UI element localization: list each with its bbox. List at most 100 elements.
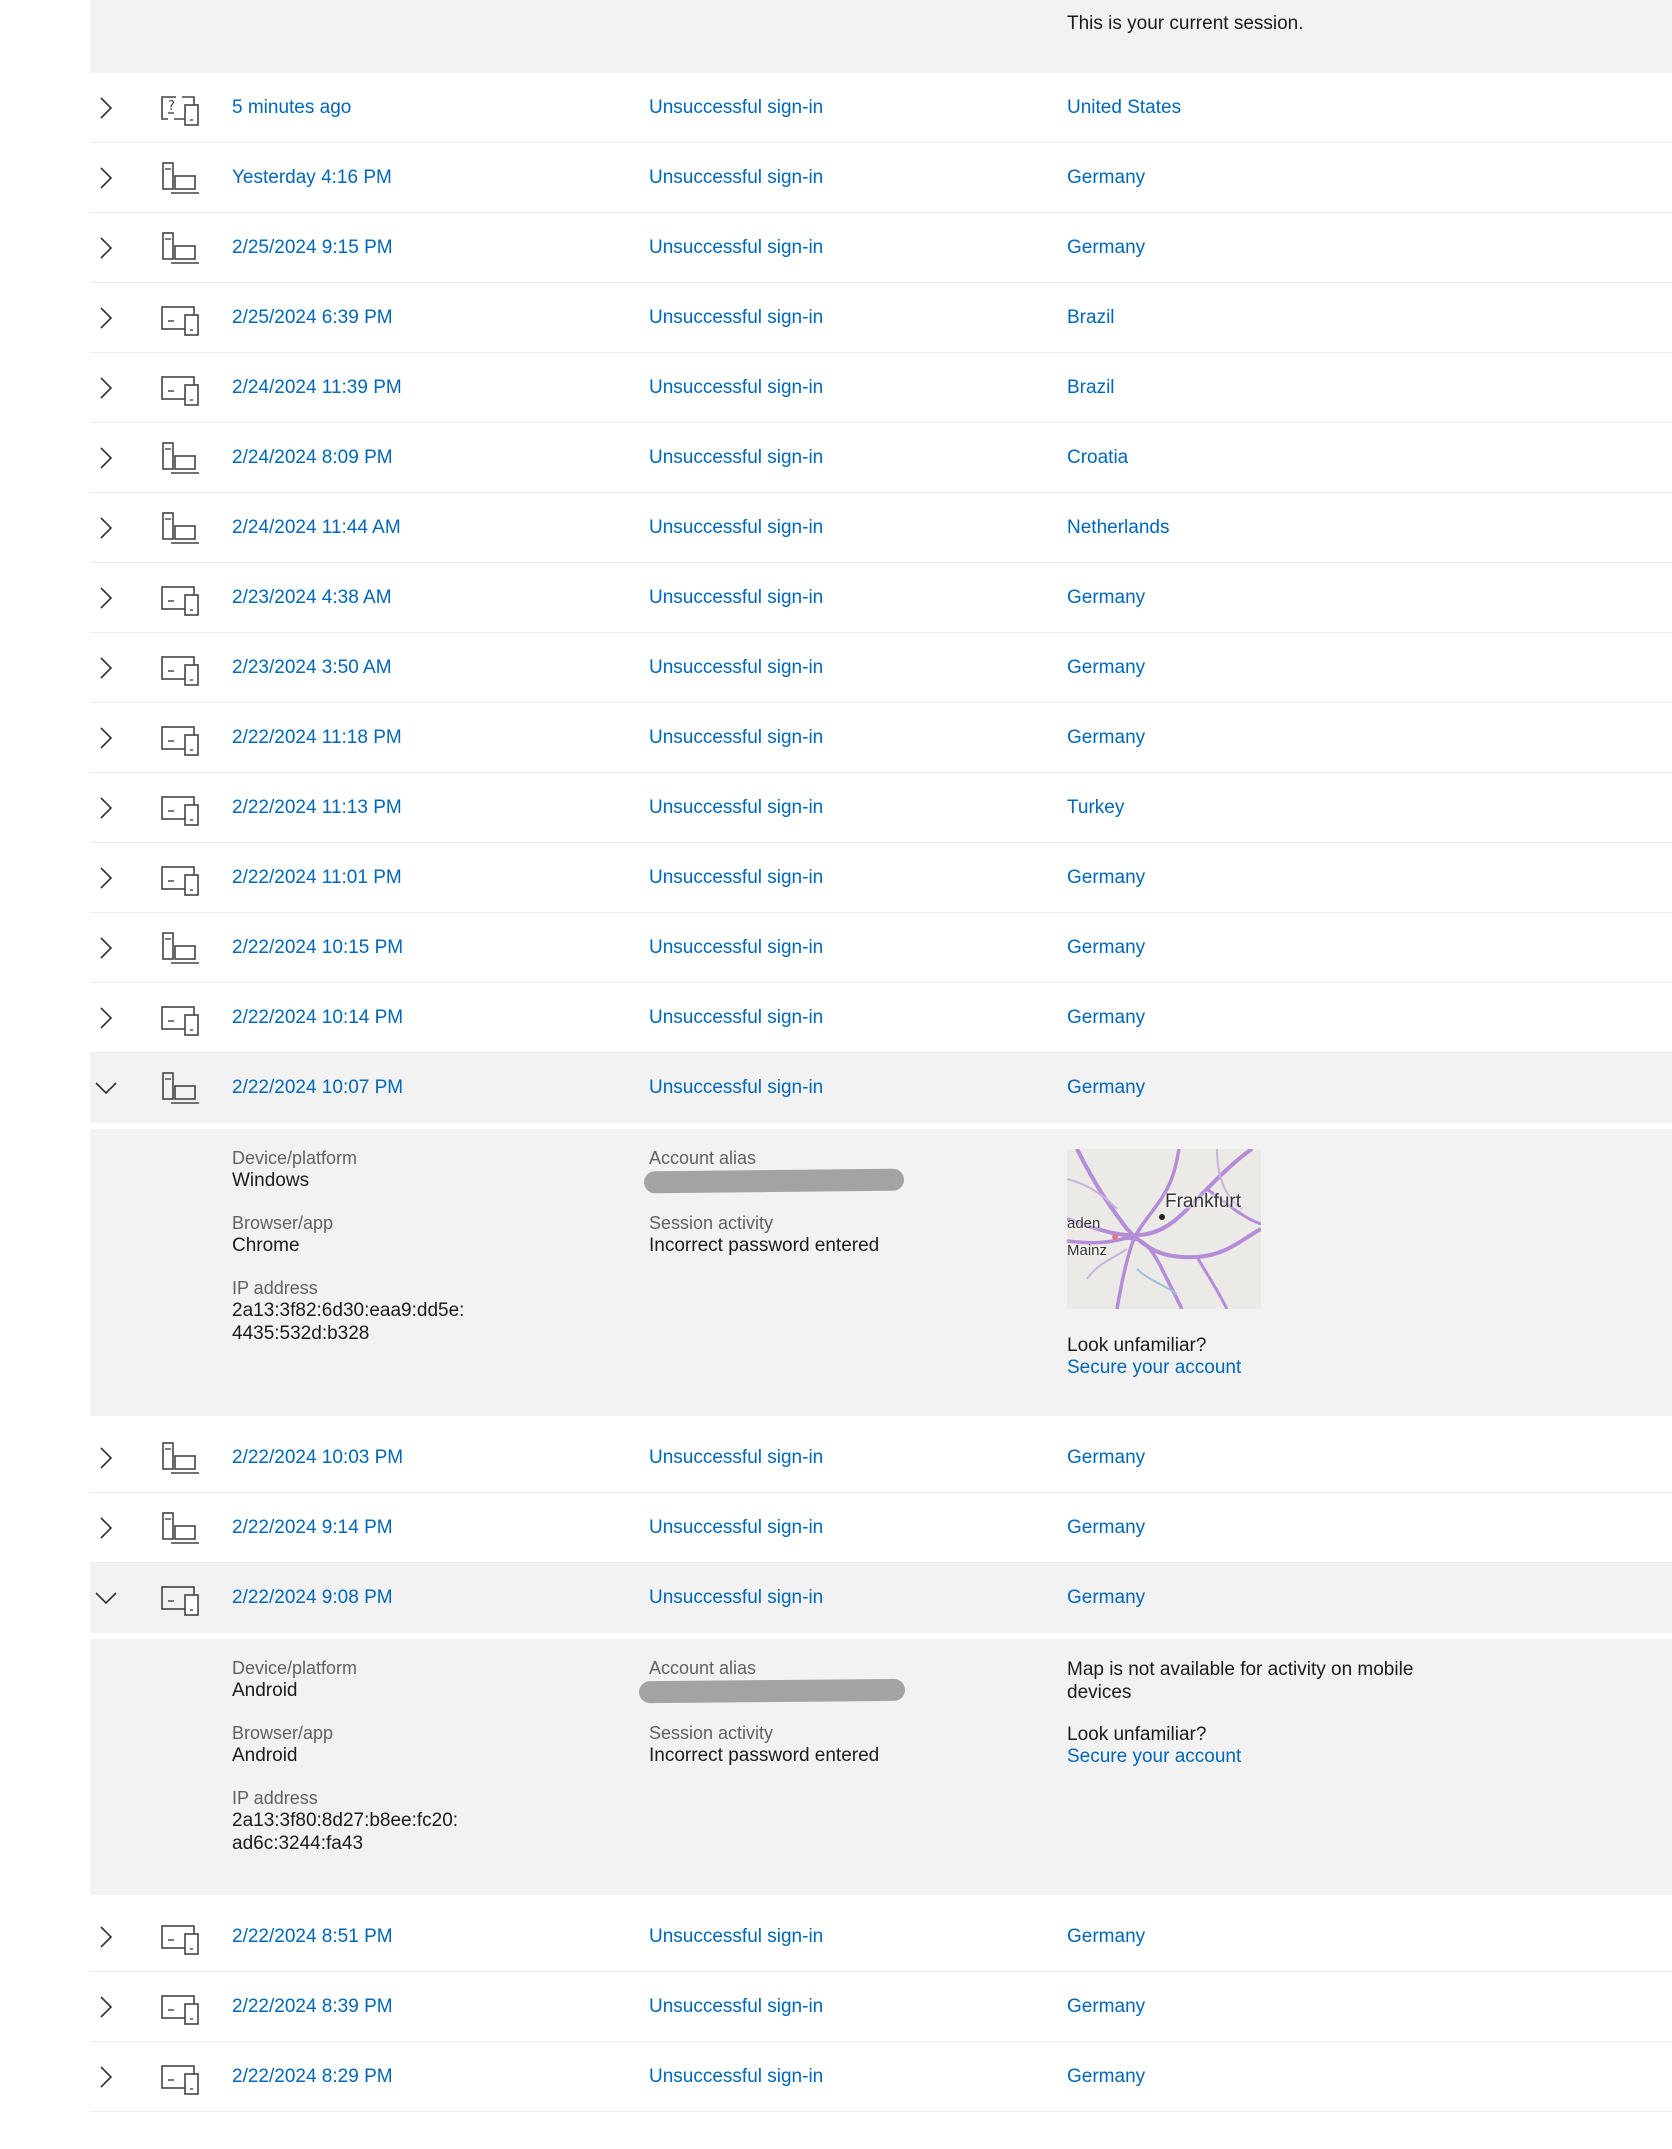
activity-date[interactable]: 2/22/2024 8:51 PM	[232, 1926, 393, 1948]
activity-status[interactable]: Unsuccessful sign-in	[649, 587, 823, 609]
activity-date[interactable]: 2/22/2024 10:15 PM	[232, 937, 403, 959]
activity-location[interactable]: Germany	[1067, 1007, 1145, 1029]
activity-status[interactable]: Unsuccessful sign-in	[649, 867, 823, 889]
activity-row[interactable]: 2/24/2024 11:44 AM Unsuccessful sign-in Ne…	[90, 493, 1672, 563]
activity-row[interactable]: 2/22/2024 10:03 PM Unsuccessful sign-in Ge…	[90, 1423, 1672, 1493]
chevron-right-icon[interactable]	[94, 236, 118, 260]
activity-location[interactable]: United States	[1067, 97, 1181, 119]
activity-row[interactable]: 2/22/2024 8:51 PM Unsuccessful sign-in Ger…	[90, 1902, 1672, 1972]
chevron-right-icon[interactable]	[94, 656, 118, 680]
activity-status[interactable]: Unsuccessful sign-in	[649, 377, 823, 399]
activity-row[interactable]: 2/22/2024 11:18 PM Unsuccessful sign-in Ge…	[90, 703, 1672, 773]
activity-date[interactable]: 2/22/2024 8:29 PM	[232, 2066, 393, 2088]
chevron-right-icon[interactable]	[94, 586, 118, 610]
activity-location[interactable]: Germany	[1067, 587, 1145, 609]
activity-status[interactable]: Unsuccessful sign-in	[649, 727, 823, 749]
activity-status[interactable]: Unsuccessful sign-in	[649, 1447, 823, 1469]
activity-row[interactable]: 2/23/2024 4:38 AM Unsuccessful sign-in Ger…	[90, 563, 1672, 633]
activity-location[interactable]: Germany	[1067, 1587, 1145, 1609]
activity-status[interactable]: Unsuccessful sign-in	[649, 797, 823, 819]
activity-row[interactable]: Yesterday 4:16 PM Unsuccessful sign-in Ger…	[90, 143, 1672, 213]
activity-row-expanded[interactable]: 2/22/2024 10:07 PM Unsuccessful sign-in …	[90, 1053, 1672, 1123]
activity-row[interactable]: 2/23/2024 3:50 AM Unsuccessful sign-in Ger…	[90, 633, 1672, 703]
activity-location[interactable]: Croatia	[1067, 447, 1128, 469]
chevron-right-icon[interactable]	[94, 1995, 118, 2019]
activity-location[interactable]: Germany	[1067, 1926, 1145, 1948]
secure-account-link[interactable]: Secure your account	[1067, 1357, 1241, 1379]
activity-date[interactable]: 2/24/2024 11:39 PM	[232, 377, 402, 399]
chevron-right-icon[interactable]	[94, 446, 118, 470]
activity-location[interactable]: Germany	[1067, 1996, 1145, 2018]
chevron-down-icon[interactable]	[94, 1076, 118, 1100]
activity-location[interactable]: Germany	[1067, 1447, 1145, 1469]
activity-status[interactable]: Unsuccessful sign-in	[649, 237, 823, 259]
activity-status[interactable]: Unsuccessful sign-in	[649, 167, 823, 189]
chevron-right-icon[interactable]	[94, 516, 118, 540]
activity-date[interactable]: 2/22/2024 10:03 PM	[232, 1447, 403, 1469]
chevron-right-icon[interactable]	[94, 1925, 118, 1949]
chevron-down-icon[interactable]	[94, 1586, 118, 1610]
activity-date[interactable]: 5 minutes ago	[232, 97, 351, 119]
activity-row[interactable]: 2/24/2024 8:09 PM Unsuccessful sign-in Cro…	[90, 423, 1672, 493]
activity-location[interactable]: Germany	[1067, 1517, 1145, 1539]
activity-row[interactable]: 2/22/2024 9:14 PM Unsuccessful sign-in Ger…	[90, 1493, 1672, 1563]
activity-date[interactable]: 2/22/2024 11:18 PM	[232, 727, 402, 749]
activity-date[interactable]: 2/22/2024 10:14 PM	[232, 1007, 403, 1029]
secure-account-link[interactable]: Secure your account	[1067, 1746, 1241, 1768]
activity-location[interactable]: Turkey	[1067, 797, 1124, 819]
activity-row[interactable]: 2/25/2024 9:15 PM Unsuccessful sign-in Ger…	[90, 213, 1672, 283]
chevron-right-icon[interactable]	[94, 2065, 118, 2089]
activity-status[interactable]: Unsuccessful sign-in	[649, 1996, 823, 2018]
activity-location[interactable]: Netherlands	[1067, 517, 1169, 539]
activity-location[interactable]: Germany	[1067, 2066, 1145, 2088]
activity-row[interactable]: 2/24/2024 11:39 PM Unsuccessful sign-in Br…	[90, 353, 1672, 423]
activity-row[interactable]: 2/22/2024 10:15 PM Unsuccessful sign-in Ge…	[90, 913, 1672, 983]
activity-location[interactable]: Germany	[1067, 867, 1145, 889]
activity-row[interactable]: 2/25/2024 6:39 PM Unsuccessful sign-in Bra…	[90, 283, 1672, 353]
chevron-right-icon[interactable]	[94, 166, 118, 190]
activity-location[interactable]: Germany	[1067, 727, 1145, 749]
chevron-right-icon[interactable]	[94, 1006, 118, 1030]
chevron-right-icon[interactable]	[94, 1516, 118, 1540]
activity-location[interactable]: Germany	[1067, 657, 1145, 679]
activity-status[interactable]: Unsuccessful sign-in	[649, 97, 823, 119]
activity-location[interactable]: Germany	[1067, 937, 1145, 959]
activity-location[interactable]: Germany	[1067, 167, 1145, 189]
activity-row[interactable]: 2/22/2024 10:14 PM Unsuccessful sign-in Ge…	[90, 983, 1672, 1053]
activity-date[interactable]: 2/22/2024 9:14 PM	[232, 1517, 393, 1539]
activity-location[interactable]: Germany	[1067, 237, 1145, 259]
activity-status[interactable]: Unsuccessful sign-in	[649, 937, 823, 959]
activity-row[interactable]: 2/22/2024 11:01 PM Unsuccessful sign-in Ge…	[90, 843, 1672, 913]
activity-location[interactable]: Brazil	[1067, 377, 1115, 399]
activity-status[interactable]: Unsuccessful sign-in	[649, 657, 823, 679]
activity-date[interactable]: 2/23/2024 4:38 AM	[232, 587, 392, 609]
activity-date[interactable]: 2/25/2024 6:39 PM	[232, 307, 393, 329]
activity-status[interactable]: Unsuccessful sign-in	[649, 1517, 823, 1539]
chevron-right-icon[interactable]	[94, 796, 118, 820]
chevron-right-icon[interactable]	[94, 376, 118, 400]
chevron-right-icon[interactable]	[94, 726, 118, 750]
activity-row-expanded[interactable]: 2/22/2024 9:08 PM Unsuccessful sign-in G…	[90, 1563, 1672, 1633]
activity-status[interactable]: Unsuccessful sign-in	[649, 447, 823, 469]
activity-status[interactable]: Unsuccessful sign-in	[649, 517, 823, 539]
activity-row[interactable]: 2/22/2024 11:13 PM Unsuccessful sign-in Tu…	[90, 773, 1672, 843]
chevron-right-icon[interactable]	[94, 96, 118, 120]
chevron-right-icon[interactable]	[94, 1446, 118, 1470]
activity-date[interactable]: 2/23/2024 3:50 AM	[232, 657, 392, 679]
activity-date[interactable]: 2/22/2024 11:13 PM	[232, 797, 402, 819]
activity-date[interactable]: 2/25/2024 9:15 PM	[232, 237, 393, 259]
activity-status[interactable]: Unsuccessful sign-in	[649, 1587, 823, 1609]
chevron-right-icon[interactable]	[94, 936, 118, 960]
activity-date[interactable]: 2/22/2024 9:08 PM	[232, 1587, 393, 1609]
activity-location[interactable]: Brazil	[1067, 307, 1115, 329]
activity-status[interactable]: Unsuccessful sign-in	[649, 1077, 823, 1099]
activity-status[interactable]: Unsuccessful sign-in	[649, 307, 823, 329]
activity-date[interactable]: Yesterday 4:16 PM	[232, 167, 392, 189]
activity-date[interactable]: 2/22/2024 11:01 PM	[232, 867, 402, 889]
activity-row[interactable]: 2/22/2024 8:39 PM Unsuccessful sign-in Ger…	[90, 1972, 1672, 2042]
activity-row[interactable]: 2/22/2024 8:29 PM Unsuccessful sign-in Ger…	[90, 2042, 1672, 2112]
activity-date[interactable]: 2/22/2024 10:07 PM	[232, 1077, 403, 1099]
activity-date[interactable]: 2/22/2024 8:39 PM	[232, 1996, 393, 2018]
activity-status[interactable]: Unsuccessful sign-in	[649, 1007, 823, 1029]
chevron-right-icon[interactable]	[94, 306, 118, 330]
